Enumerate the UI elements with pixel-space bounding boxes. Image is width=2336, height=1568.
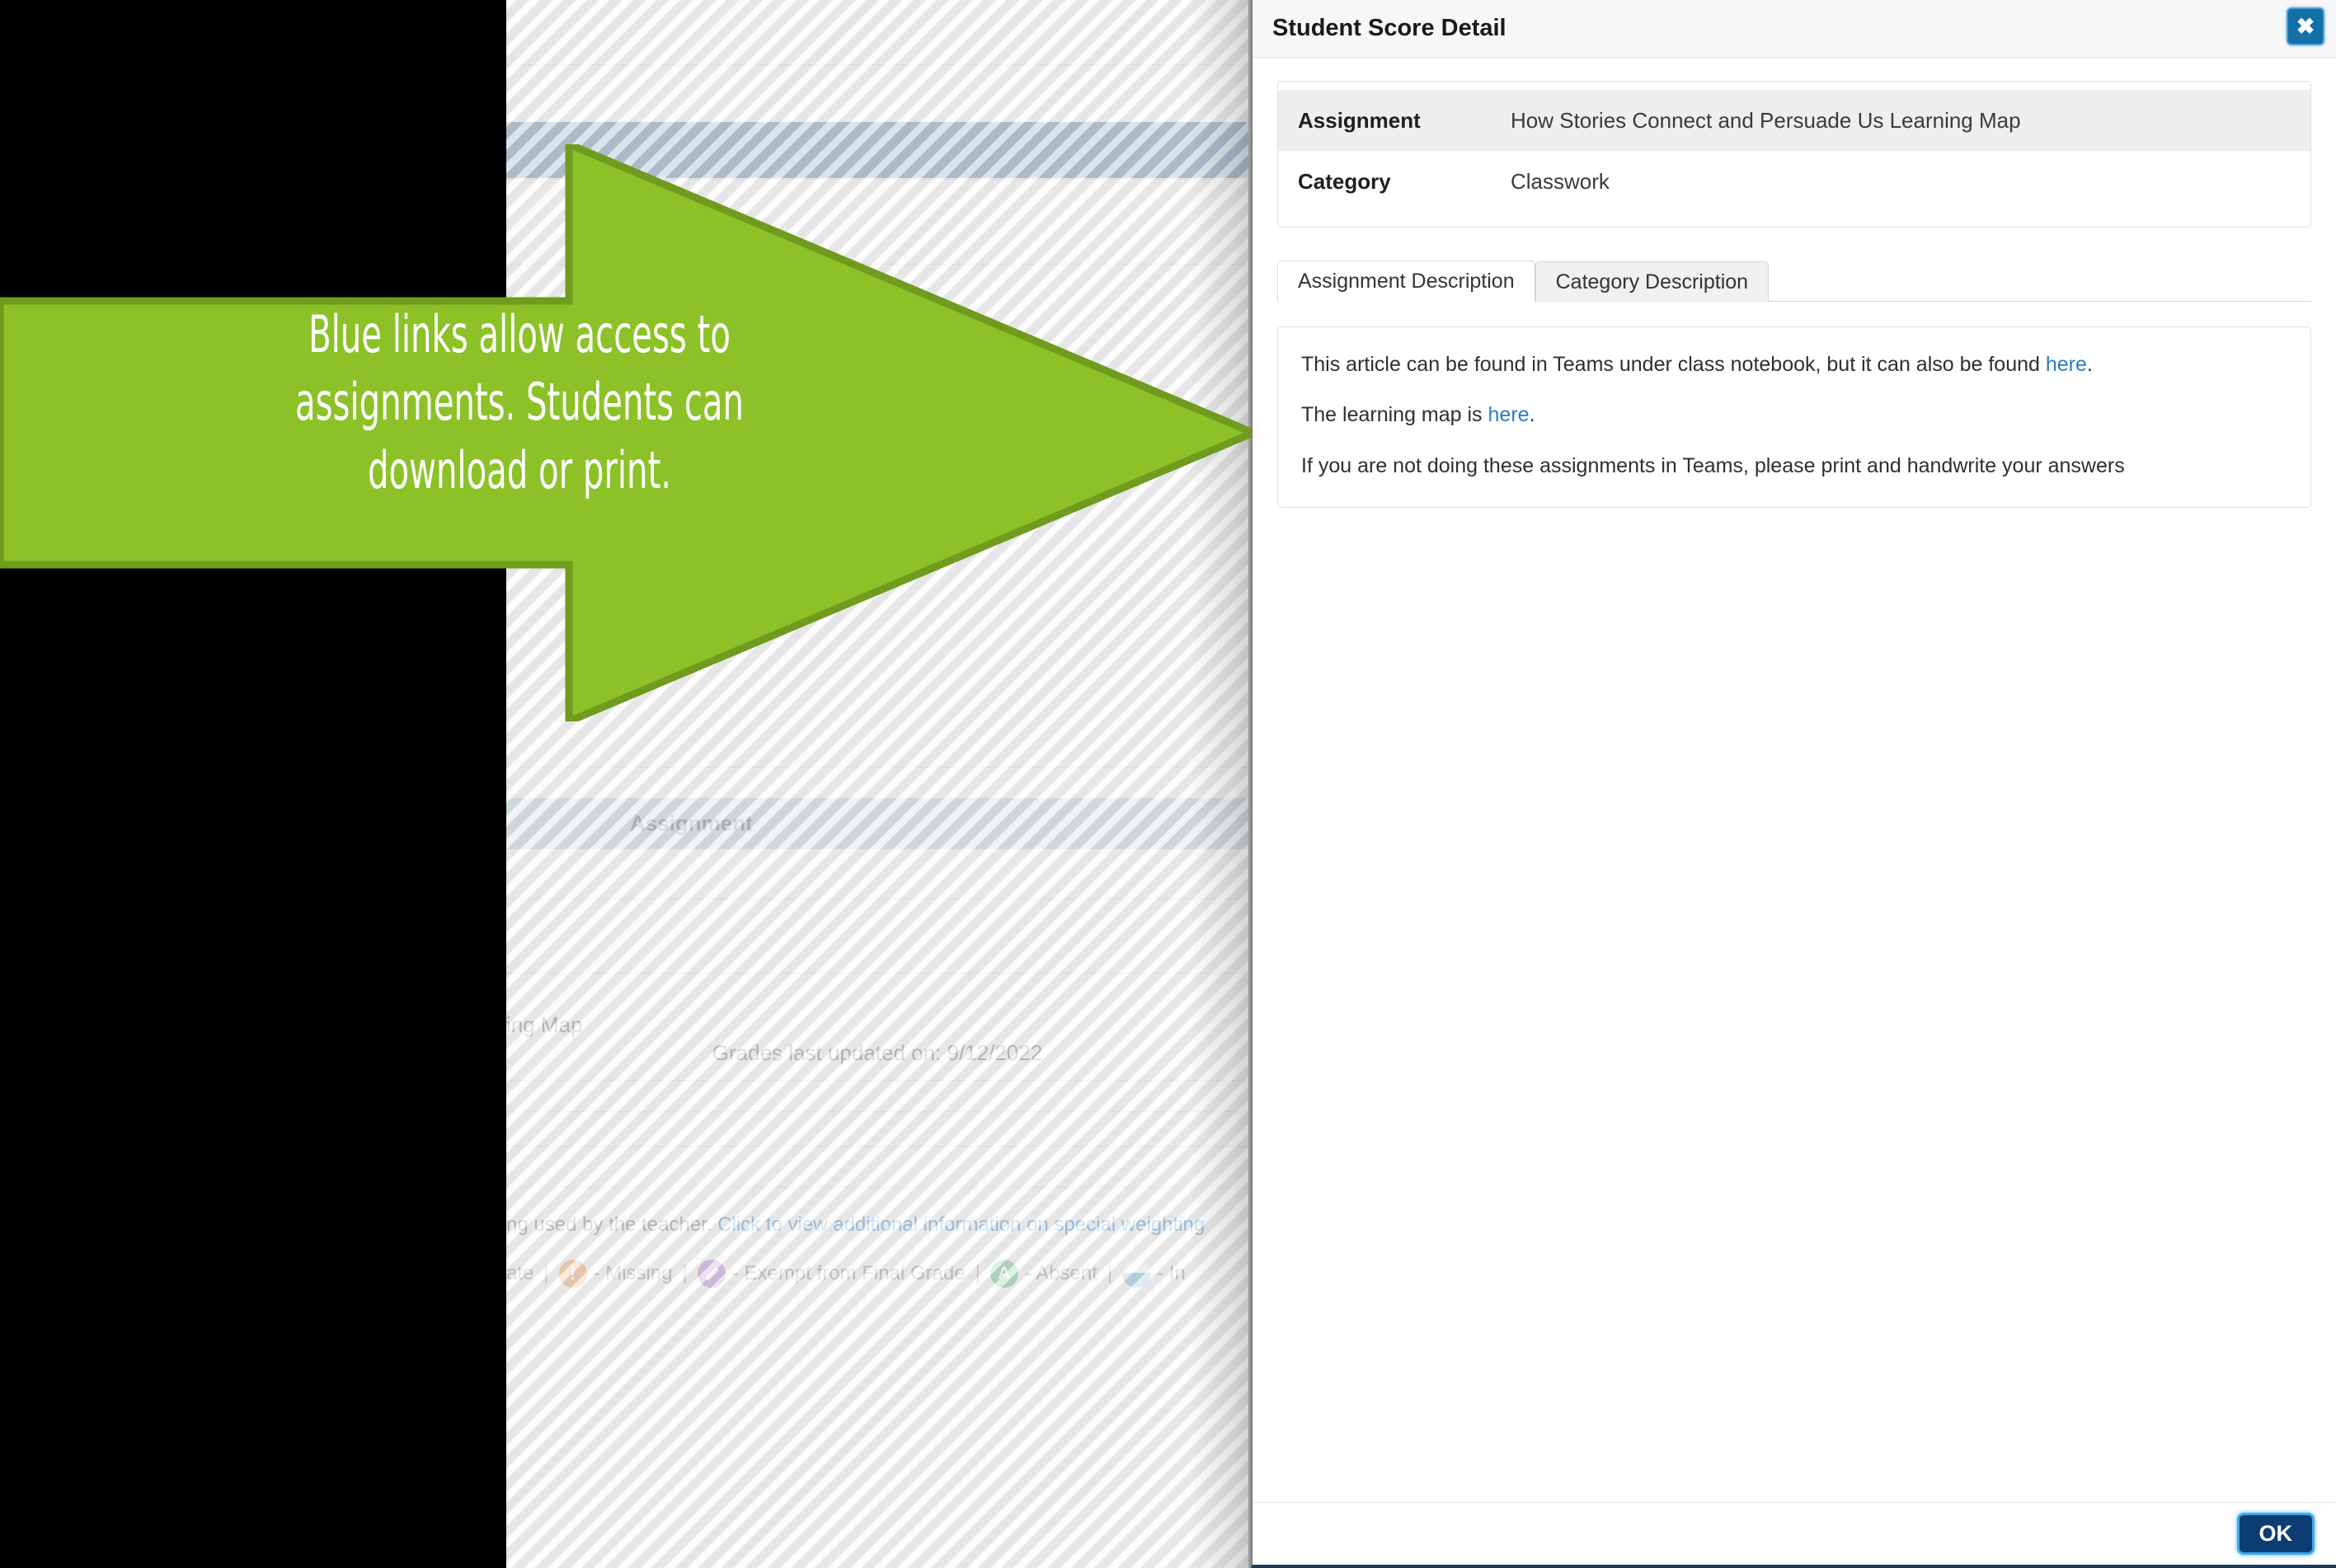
- background-divider: [506, 1111, 1248, 1112]
- background-divider: [506, 179, 1248, 180]
- slash-circle-icon: [697, 1260, 726, 1288]
- category-label: Category: [1298, 168, 1391, 194]
- description-line-2-period: .: [1529, 403, 1535, 427]
- weighting-note-prefix: ng used by the teacher.: [506, 1214, 718, 1236]
- description-line-2: The learning map is here.: [1301, 402, 2287, 428]
- dialog-body: Assignment How Stories Connect and Persu…: [1253, 58, 2336, 1502]
- screenshot-root: Assignment ing Map Grades last updated o…: [0, 0, 2336, 1568]
- exclamation-circle-icon: [558, 1260, 587, 1288]
- background-row-title: ing Map: [506, 1012, 583, 1037]
- description-line-1: This article can be found in Teams under…: [1301, 352, 2287, 378]
- background-divider: [506, 1080, 1248, 1081]
- learning-map-here-link[interactable]: here: [1488, 403, 1530, 426]
- close-icon[interactable]: ✖: [2287, 7, 2324, 45]
- student-score-detail-dialog: Student Score Detail ✖ Assignment How St…: [1251, 0, 2336, 1568]
- background-divider: [506, 1146, 1248, 1147]
- legend-late-label: ate: [506, 1262, 534, 1284]
- category-value: Classwork: [1511, 168, 1610, 194]
- half-filled-circle-icon: [1122, 1260, 1151, 1288]
- dialog-footer: OK: [1253, 1502, 2336, 1565]
- background-divider: [506, 64, 1248, 65]
- assignment-description-panel: This article can be found in Teams under…: [1277, 326, 2311, 508]
- description-line-3: If you are not doing these assignments i…: [1301, 453, 2125, 477]
- dim-stripe-overlay: [506, 0, 1248, 1568]
- background-assignment-column-header: Assignment: [506, 798, 1248, 849]
- absent-circle-icon: [989, 1260, 1018, 1288]
- description-line-1-period: .: [2086, 353, 2093, 376]
- status-legend: ate | - Missing | - Exempt from Final Gr…: [506, 1260, 1186, 1288]
- assignment-info-card: Assignment How Stories Connect and Persu…: [1277, 81, 2311, 228]
- legend-separator: |: [1107, 1262, 1113, 1284]
- background-divider: [506, 264, 1248, 265]
- info-row-category: Category Classwork: [1278, 151, 2310, 212]
- legend-separator: |: [543, 1262, 549, 1284]
- weighting-info-link[interactable]: Click to view additional information on …: [717, 1214, 1205, 1236]
- dialog-title: Student Score Detail: [1272, 15, 1506, 41]
- tab-category-description[interactable]: Category Description: [1535, 261, 1770, 302]
- background-divider: [506, 1187, 1248, 1188]
- legend-missing-label: - Missing: [593, 1262, 673, 1284]
- legend-separator: |: [975, 1262, 980, 1284]
- modal-edge-shadow: [1191, 0, 1248, 1568]
- background-blue-bar: [506, 122, 1248, 178]
- background-divider: [506, 973, 1248, 974]
- ok-button[interactable]: OK: [2236, 1513, 2315, 1555]
- info-row-assignment: Assignment How Stories Connect and Persu…: [1278, 90, 2310, 151]
- description-tablist: Assignment Description Category Descript…: [1277, 256, 2311, 302]
- special-weighting-note: ng used by the teacher. Click to view ad…: [506, 1214, 1205, 1237]
- tab-assignment-description[interactable]: Assignment Description: [1277, 261, 1535, 302]
- background-gradebook-page: Assignment ing Map Grades last updated o…: [506, 0, 1251, 1568]
- article-here-link[interactable]: here: [2046, 353, 2087, 376]
- assignment-value: How Stories Connect and Persuade Us Lear…: [1511, 107, 2021, 133]
- legend-exempt-label: - Exempt from Final Grade: [731, 1262, 966, 1284]
- grades-last-updated-text: Grades last updated on: 9/12/2022: [712, 1040, 1043, 1065]
- dialog-header: Student Score Detail ✖: [1253, 0, 2336, 58]
- assignment-label: Assignment: [1298, 107, 1421, 133]
- background-divider: [506, 767, 1248, 768]
- description-line-1-text: This article can be found in Teams under…: [1301, 353, 2046, 376]
- legend-incomplete-label: - In: [1157, 1262, 1186, 1284]
- assignment-column-label: Assignment: [630, 810, 753, 836]
- legend-absent-label: - Absent: [1024, 1262, 1097, 1284]
- description-line-2-text: The learning map is: [1301, 403, 1488, 427]
- legend-separator: |: [682, 1262, 688, 1284]
